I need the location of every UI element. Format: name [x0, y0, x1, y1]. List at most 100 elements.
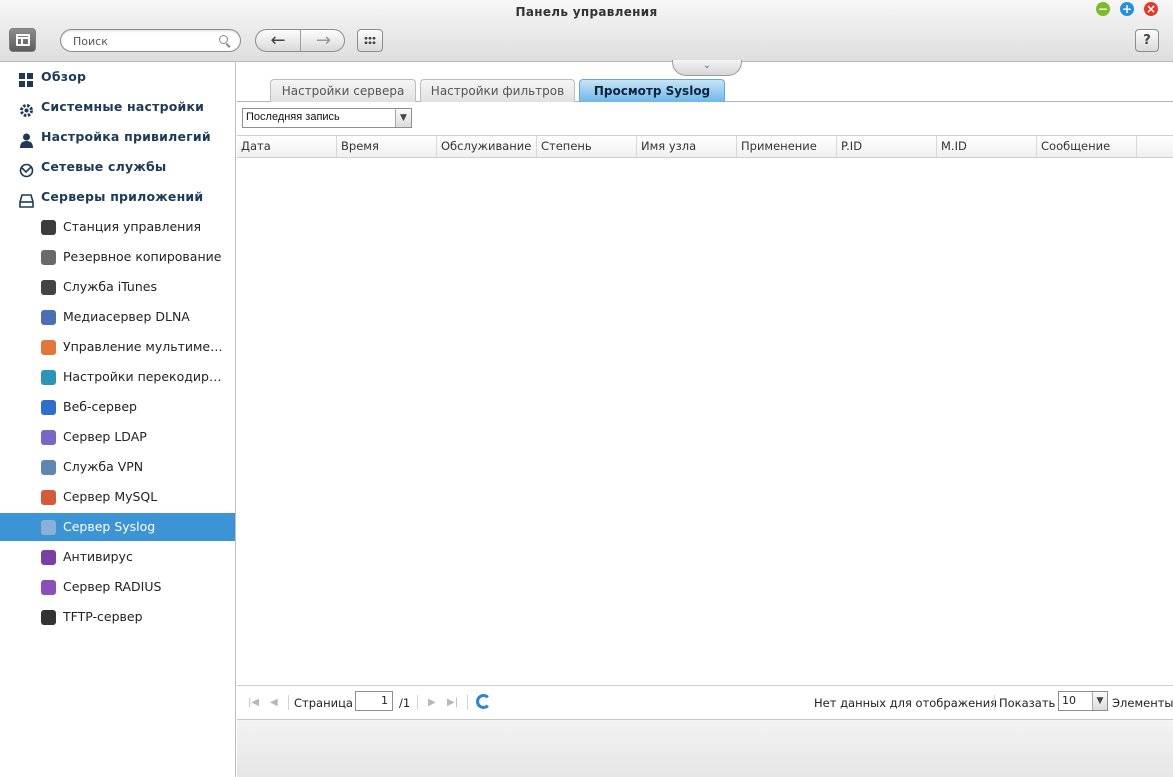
main-content: ⌄ Настройки сервера Настройки фильтров П…	[237, 60, 1173, 777]
page-label: Страница	[294, 696, 353, 710]
sidebar-item-label: Управление мультимедиа	[63, 339, 228, 354]
sidebar-subitem[interactable]: Служба iTunes	[0, 273, 235, 301]
page-size-value: 10	[1062, 694, 1076, 707]
sidebar-item-label: Сетевые службы	[41, 159, 167, 174]
sidebar-item-system-settings[interactable]: Системные настройки	[0, 93, 235, 121]
show-desktop-button[interactable]	[9, 28, 36, 52]
sidebar: Обзор Системные настройки Настройка прив…	[0, 62, 236, 777]
pager-divider	[288, 695, 289, 710]
column-header-facility[interactable]: Обслуживание	[437, 136, 537, 157]
network-icon	[19, 160, 34, 178]
transcode-icon	[41, 370, 56, 385]
user-icon	[19, 130, 34, 148]
page-number-input[interactable]: 1	[355, 691, 393, 711]
forward-button[interactable]: →	[301, 30, 344, 51]
window-title: Панель управления	[515, 5, 658, 19]
tab-server-settings[interactable]: Настройки сервера	[270, 79, 416, 102]
page-size-select[interactable]: 10 ▼	[1058, 691, 1108, 711]
sidebar-item-label: Серверы приложений	[41, 189, 204, 204]
vpn-icon	[41, 460, 56, 475]
sidebar-subitem[interactable]: Настройки перекодирования	[0, 363, 235, 391]
sidebar-item-label: Сервер Syslog	[63, 519, 156, 534]
sidebar-item-overview[interactable]: Обзор	[0, 63, 235, 91]
pagination-bar: |◀ ◀ Страница 1 /1 ▶ ▶| Нет данных для о…	[237, 685, 1173, 719]
dlna-icon	[41, 310, 56, 325]
first-page-icon[interactable]: |◀	[248, 697, 259, 708]
sidebar-subitem[interactable]: Медиасервер DLNA	[0, 303, 235, 331]
search-icon[interactable]	[219, 35, 228, 44]
apps-button[interactable]	[357, 29, 383, 52]
apps-grid-icon	[364, 36, 376, 45]
sidebar-subitem[interactable]: TFTP-сервер	[0, 603, 235, 631]
column-header-time[interactable]: Время	[337, 136, 437, 157]
column-header-message[interactable]: Сообщение	[1037, 136, 1137, 157]
column-header-pid[interactable]: P.ID	[837, 136, 937, 157]
sidebar-subitem[interactable]: Служба VPN	[0, 453, 235, 481]
sidebar-item-label: Медиасервер DLNA	[63, 309, 190, 324]
sidebar-subitem[interactable]: Управление мультимедиа	[0, 333, 235, 361]
help-button[interactable]: ?	[1135, 29, 1159, 52]
nav-button-group: ← →	[255, 29, 345, 52]
sidebar-item-label: Сервер RADIUS	[63, 579, 162, 594]
sidebar-subitem[interactable]: Станция управления	[0, 213, 235, 241]
backup-icon	[41, 250, 56, 265]
sidebar-subitem[interactable]: Сервер Syslog	[0, 513, 235, 541]
sidebar-item-network-services[interactable]: Сетевые службы	[0, 153, 235, 181]
column-header-severity[interactable]: Степень	[537, 136, 637, 157]
sidebar-subitem[interactable]: Веб-сервер	[0, 393, 235, 421]
sidebar-subitem[interactable]: Сервер MySQL	[0, 483, 235, 511]
close-icon[interactable]: ×	[1144, 2, 1158, 16]
back-button[interactable]: ←	[256, 30, 301, 51]
record-filter-select[interactable]: Последняя запись ▼	[242, 108, 412, 128]
sidebar-item-label: Сервер LDAP	[63, 429, 147, 444]
last-page-icon[interactable]: ▶|	[447, 697, 458, 708]
web-server-icon	[41, 400, 56, 415]
sidebar-item-label: Антивирус	[63, 549, 133, 564]
minimize-icon[interactable]: −	[1096, 2, 1110, 16]
maximize-icon[interactable]: +	[1120, 2, 1134, 16]
sidebar-item-label: Обзор	[41, 69, 87, 84]
window-icon	[16, 34, 30, 46]
chevron-down-icon[interactable]: ▼	[395, 109, 411, 127]
column-header-mid[interactable]: M.ID	[937, 136, 1037, 157]
mysql-icon	[41, 490, 56, 505]
tab-bar: Настройки сервера Настройки фильтров Про…	[237, 78, 1173, 102]
empty-message: Нет данных для отображения	[814, 696, 998, 710]
server-icon	[19, 190, 34, 208]
column-header-hostname[interactable]: Имя узла	[637, 136, 737, 157]
pager-divider	[467, 695, 468, 710]
pager-divider	[417, 695, 418, 710]
column-header-date[interactable]: Дата	[237, 136, 337, 157]
tab-filter-settings[interactable]: Настройки фильтров	[420, 79, 575, 102]
sidebar-item-label: Сервер MySQL	[63, 489, 158, 504]
column-header-application[interactable]: Применение	[737, 136, 837, 157]
sidebar-subitem[interactable]: Сервер RADIUS	[0, 573, 235, 601]
sidebar-subitem[interactable]: Антивирус	[0, 543, 235, 571]
prev-page-icon[interactable]: ◀	[270, 697, 278, 708]
sidebar-item-label: Системные настройки	[41, 99, 205, 114]
sidebar-subitem[interactable]: Резервное копирование	[0, 243, 235, 271]
search-box[interactable]	[60, 29, 241, 52]
ldap-icon	[41, 430, 56, 445]
sidebar-item-label: Настройки перекодирования	[63, 369, 228, 384]
table-header: Дата Время Обслуживание Степень Имя узла…	[237, 135, 1173, 158]
grid-icon	[19, 70, 34, 87]
chevron-down-icon[interactable]: ▼	[1092, 692, 1107, 710]
sidebar-subitem[interactable]: Сервер LDAP	[0, 423, 235, 451]
sidebar-item-app-servers[interactable]: Серверы приложений	[0, 183, 235, 211]
page-total: /1	[399, 696, 411, 710]
radius-icon	[41, 580, 56, 595]
gear-icon	[19, 100, 34, 117]
next-page-icon[interactable]: ▶	[428, 697, 436, 708]
sidebar-item-label: TFTP-сервер	[63, 609, 143, 624]
sidebar-item-privileges[interactable]: Настройка привилегий	[0, 123, 235, 151]
record-filter-value: Последняя запись	[246, 111, 340, 123]
itunes-icon	[41, 280, 56, 295]
syslog-icon	[41, 520, 56, 535]
search-input[interactable]	[73, 33, 213, 49]
multimedia-icon	[41, 340, 56, 355]
refresh-icon[interactable]	[476, 694, 491, 709]
tab-syslog-view[interactable]: Просмотр Syslog	[579, 79, 725, 102]
sidebar-item-label: Служба iTunes	[63, 279, 157, 294]
collapse-toggle[interactable]: ⌄	[672, 60, 742, 76]
